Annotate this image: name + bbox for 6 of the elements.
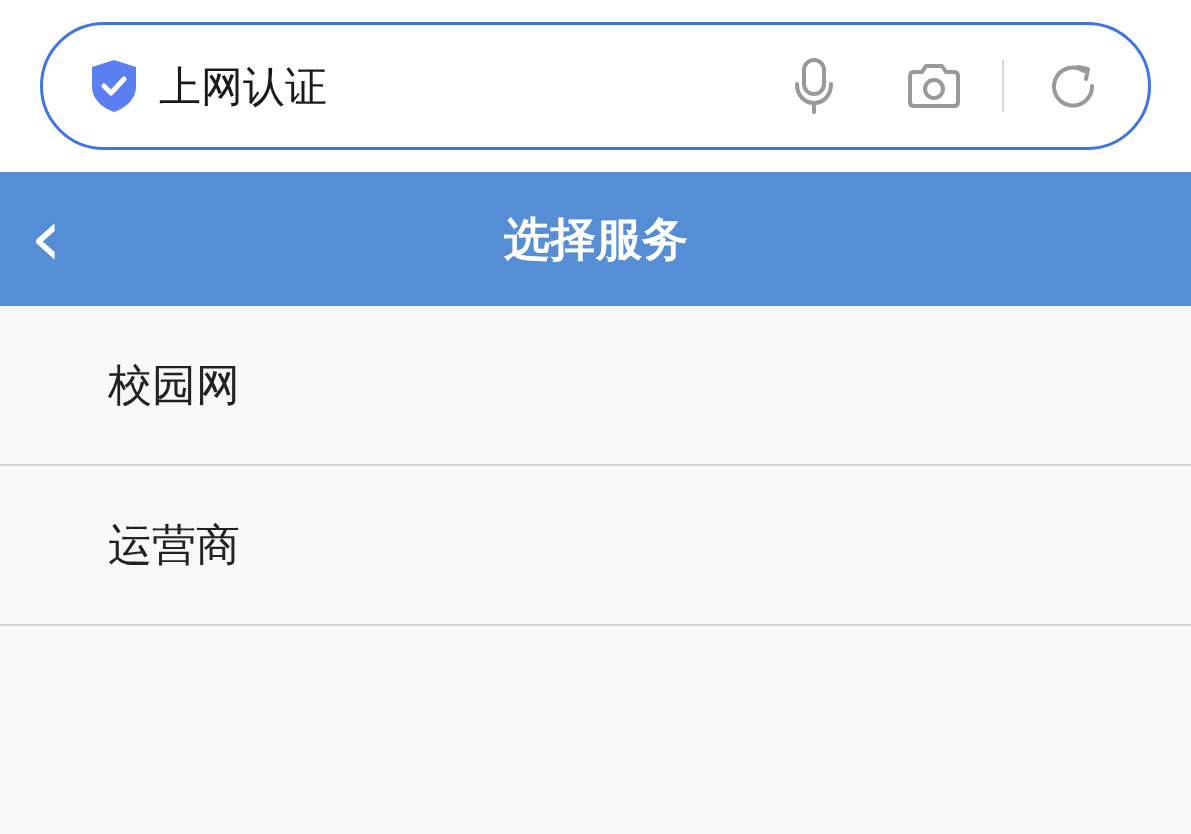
camera-icon[interactable]: [906, 64, 962, 108]
address-text: 上网认证: [159, 61, 327, 112]
address-bar[interactable]: 上网认证: [40, 22, 1151, 150]
page-title: 选择服务: [503, 211, 688, 267]
shield-check-icon: [89, 58, 139, 114]
microphone-icon[interactable]: [794, 58, 834, 114]
